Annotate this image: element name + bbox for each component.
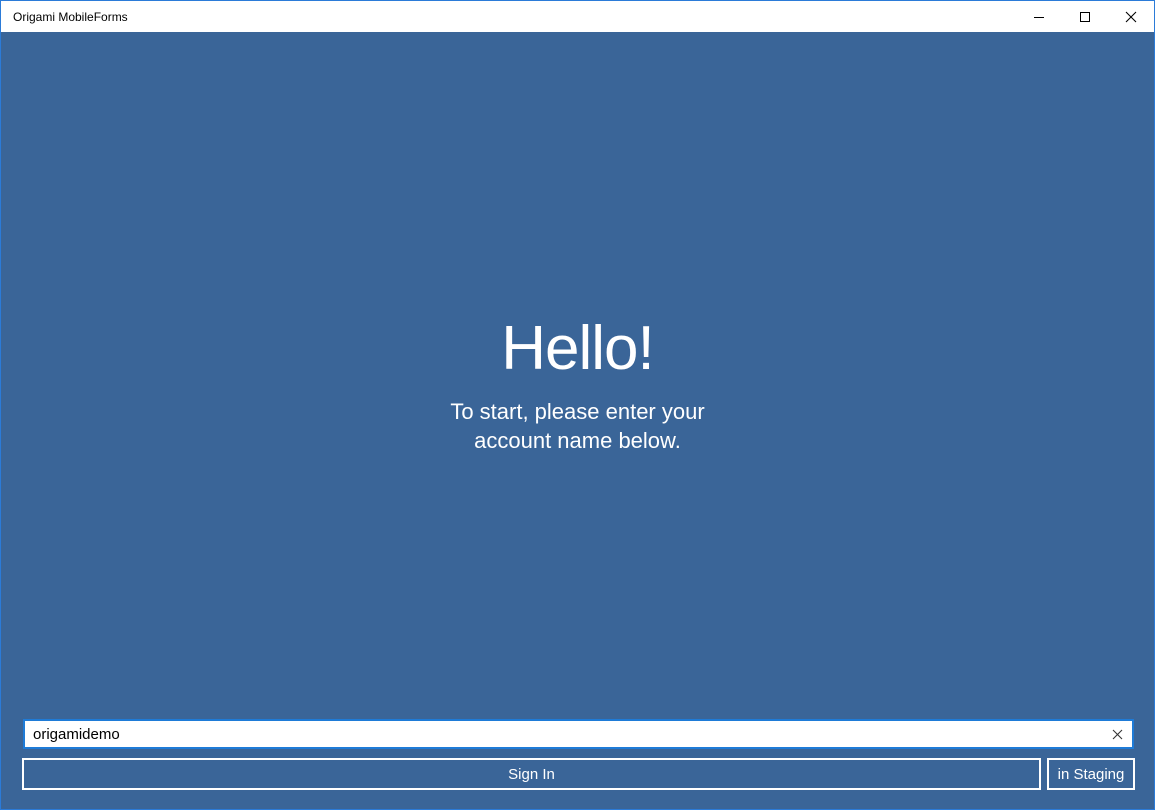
- window-title: Origami MobileForms: [13, 10, 128, 24]
- clear-input-button[interactable]: [1106, 723, 1128, 745]
- minimize-button[interactable]: [1016, 1, 1062, 32]
- close-button[interactable]: [1108, 1, 1154, 32]
- close-icon: [1125, 11, 1137, 22]
- instructions-line-2: account name below.: [474, 428, 681, 453]
- account-name-field[interactable]: [23, 719, 1134, 749]
- sign-in-button[interactable]: Sign In: [22, 758, 1041, 790]
- maximize-button[interactable]: [1062, 1, 1108, 32]
- title-bar[interactable]: Origami MobileForms: [1, 1, 1154, 32]
- app-window: Origami MobileForms Hello! To start, ple…: [0, 0, 1155, 810]
- hello-heading: Hello!: [501, 314, 655, 383]
- instructions-line-1: To start, please enter your: [450, 399, 705, 424]
- clear-icon: [1112, 729, 1122, 739]
- maximize-icon: [1080, 11, 1090, 22]
- minimize-icon: [1034, 16, 1044, 18]
- instructions-text: To start, please enter your account name…: [1, 397, 1154, 455]
- sign-in-staging-button[interactable]: in Staging: [1047, 758, 1135, 790]
- account-name-input[interactable]: [33, 721, 1103, 747]
